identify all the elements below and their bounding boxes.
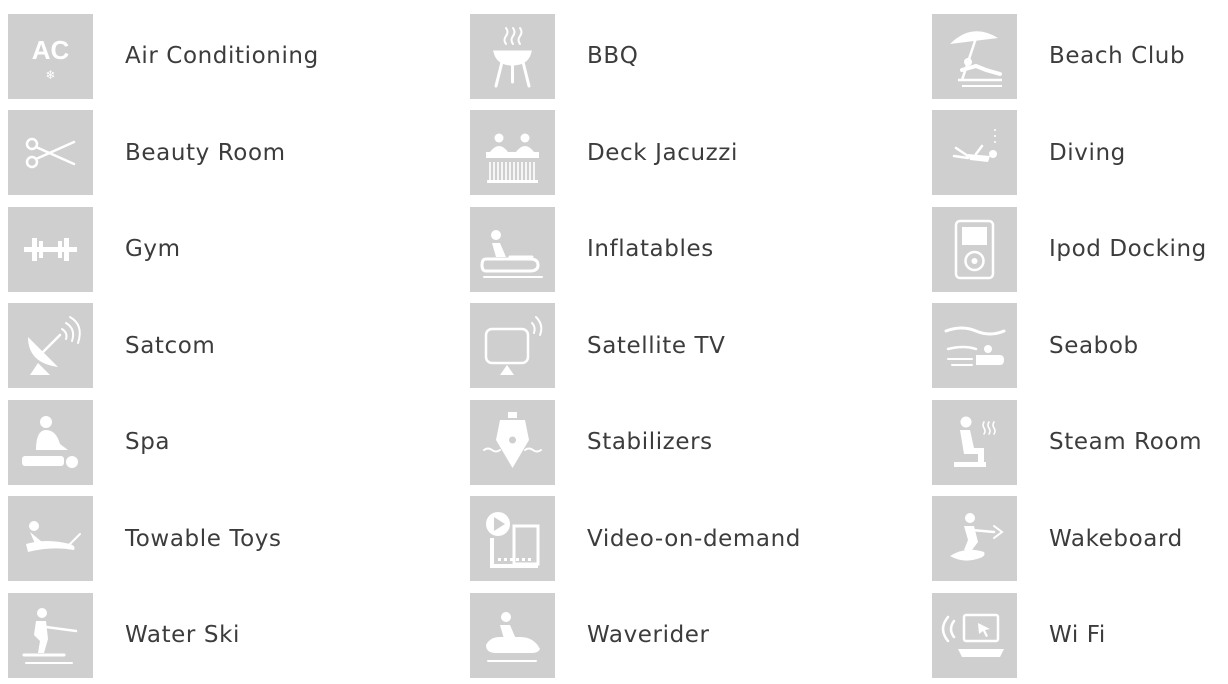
amenity-label: Stabilizers [587, 429, 713, 456]
amenity-item-water-ski: Water Ski [8, 587, 470, 684]
amenity-item-spa: Spa [8, 394, 470, 491]
amenity-label: Wakeboard [1049, 525, 1183, 552]
jacuzzi-icon [470, 110, 555, 196]
amenity-item-deck-jacuzzi: Deck Jacuzzi [470, 105, 932, 202]
jet-ski-icon [470, 592, 555, 678]
wakeboarder-icon [932, 496, 1017, 582]
amenity-item-satellite-tv: Satellite TV [470, 298, 932, 395]
amenity-item-beauty-room: Beauty Room [8, 105, 470, 202]
amenity-label: Satcom [125, 332, 216, 359]
air-conditioning-icon: AC ❄ [8, 13, 93, 99]
amenity-label: Steam Room [1049, 429, 1203, 456]
svg-text:❄: ❄ [45, 68, 55, 82]
boat-stabilizer-icon [470, 399, 555, 485]
amenity-label: Towable Toys [125, 525, 282, 552]
amenity-label: Satellite TV [587, 332, 726, 359]
amenity-label: Ipod Docking [1049, 236, 1207, 263]
amenity-item-beach-club: Beach Club [932, 8, 1228, 105]
amenity-label: Deck Jacuzzi [587, 139, 738, 166]
beach-club-icon [932, 13, 1017, 99]
amenity-item-wakeboard: Wakeboard [932, 491, 1228, 588]
satellite-tv-icon [470, 303, 555, 389]
svg-text:AC: AC [32, 35, 70, 65]
amenity-item-waverider: Waverider [470, 587, 932, 684]
steam-room-icon [932, 399, 1017, 485]
amenity-label: Spa [125, 429, 171, 456]
amenity-item-stabilizers: Stabilizers [470, 394, 932, 491]
amenity-label: Gym [125, 236, 181, 263]
ipod-icon [932, 206, 1017, 292]
amenity-item-inflatables: Inflatables [470, 201, 932, 298]
satellite-dish-icon [8, 303, 93, 389]
amenity-label: Seabob [1049, 332, 1139, 359]
massage-icon [8, 399, 93, 485]
amenity-label: Beauty Room [125, 139, 286, 166]
amenity-item-diving: Diving [932, 105, 1228, 202]
amenity-label: Water Ski [125, 622, 241, 649]
amenity-label: Diving [1049, 139, 1126, 166]
amenity-item-seabob: Seabob [932, 298, 1228, 395]
amenity-item-gym: Gym [8, 201, 470, 298]
diver-icon [932, 110, 1017, 196]
amenity-item-wi-fi: Wi Fi [932, 587, 1228, 684]
video-film-icon [470, 496, 555, 582]
amenity-item-air-conditioning: AC ❄ Air Conditioning [8, 8, 470, 105]
inflatable-icon [470, 206, 555, 292]
dumbbell-icon [8, 206, 93, 292]
wifi-laptop-icon [932, 592, 1017, 678]
towable-toy-icon [8, 496, 93, 582]
amenity-label: Video-on-demand [587, 525, 801, 552]
amenity-item-towable-toys: Towable Toys [8, 491, 470, 588]
amenities-grid: AC ❄ Air Conditioning BBQ Beach Club Bea… [8, 8, 1228, 684]
amenity-item-steam-room: Steam Room [932, 394, 1228, 491]
amenity-item-video-on-demand: Video-on-demand [470, 491, 932, 588]
amenity-label: Wi Fi [1049, 622, 1106, 649]
bbq-icon [470, 13, 555, 99]
seabob-icon [932, 303, 1017, 389]
scissors-icon [8, 110, 93, 196]
amenity-label: Beach Club [1049, 43, 1186, 70]
amenity-item-satcom: Satcom [8, 298, 470, 395]
amenity-label: Air Conditioning [125, 43, 319, 70]
amenity-label: BBQ [587, 43, 639, 70]
amenity-label: Waverider [587, 622, 710, 649]
water-skier-icon [8, 592, 93, 678]
amenity-item-bbq: BBQ [470, 8, 932, 105]
amenity-item-ipod-docking: Ipod Docking [932, 201, 1228, 298]
amenity-label: Inflatables [587, 236, 714, 263]
